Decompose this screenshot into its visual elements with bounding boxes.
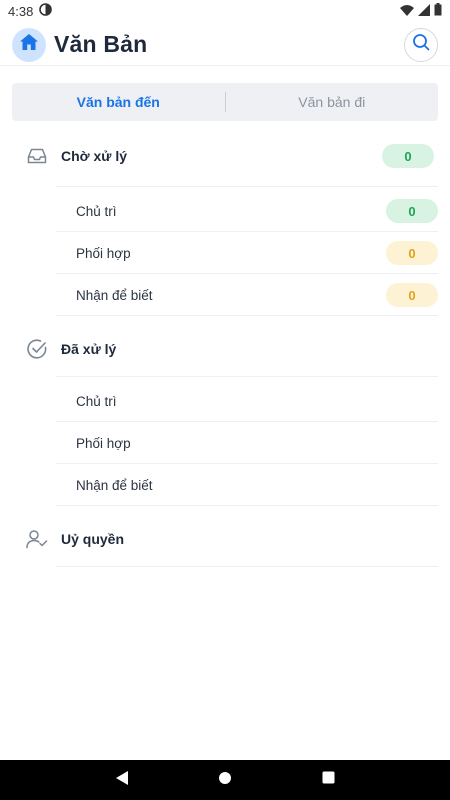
status-bar: 4:38 [0, 0, 450, 22]
section-pending-title: Chờ xử lý [61, 148, 127, 164]
processed-item-chu-tri[interactable]: Chủ trì [56, 381, 438, 422]
recents-button[interactable] [308, 760, 348, 800]
divider [56, 376, 438, 377]
count-badge: 0 [386, 283, 438, 307]
list-item-label: Chủ trì [76, 203, 117, 219]
pending-count-badge: 0 [382, 144, 434, 168]
home-button[interactable] [12, 27, 46, 62]
wifi-icon [400, 4, 414, 19]
tab-outgoing[interactable]: Văn bản đi [226, 83, 439, 121]
vpn-icon [39, 3, 53, 19]
section-processed[interactable]: Đã xử lý [0, 329, 450, 369]
check-circle-icon [26, 338, 48, 360]
search-button[interactable] [404, 27, 438, 62]
pending-item-phoi-hop[interactable]: Phối hợp 0 [56, 233, 438, 274]
battery-icon [434, 3, 442, 19]
tab-incoming[interactable]: Văn bản đến [12, 83, 225, 121]
back-triangle-icon [115, 770, 129, 791]
system-nav-bar [0, 760, 450, 800]
count-badge: 0 [386, 241, 438, 265]
recents-square-icon [322, 771, 335, 789]
home-circle-icon [218, 771, 232, 790]
home-icon [19, 33, 39, 56]
signal-icon [418, 3, 430, 19]
pending-item-nhan-de-biet[interactable]: Nhận để biết 0 [56, 275, 438, 316]
back-button[interactable] [102, 760, 142, 800]
list-item-label: Nhận để biết [76, 287, 153, 303]
list-item-label: Chủ trì [76, 393, 117, 409]
list-item-label: Phối hợp [76, 245, 131, 261]
status-time: 4:38 [8, 3, 34, 19]
home-nav-button[interactable] [205, 760, 245, 800]
section-processed-title: Đã xử lý [61, 341, 117, 357]
user-check-icon [26, 528, 48, 550]
inbox-icon [26, 145, 48, 167]
search-icon [412, 33, 430, 56]
list-item-label: Phối hợp [76, 435, 131, 451]
page-title: Văn Bản [54, 31, 148, 57]
divider [56, 566, 438, 567]
count-badge: 0 [386, 199, 438, 223]
section-pending[interactable]: Chờ xử lý 0 [0, 136, 450, 176]
processed-item-phoi-hop[interactable]: Phối hợp [56, 423, 438, 464]
section-delegate[interactable]: Uỷ quyền [0, 519, 450, 559]
section-delegate-title: Uỷ quyền [61, 531, 125, 547]
document-tabs: Văn bản đến Văn bản đi [12, 83, 438, 121]
divider [56, 186, 438, 187]
app-header: Văn Bản [0, 24, 450, 66]
pending-item-chu-tri[interactable]: Chủ trì 0 [56, 191, 438, 232]
list-item-label: Nhận để biết [76, 477, 153, 493]
processed-item-nhan-de-biet[interactable]: Nhận để biết [56, 465, 438, 506]
